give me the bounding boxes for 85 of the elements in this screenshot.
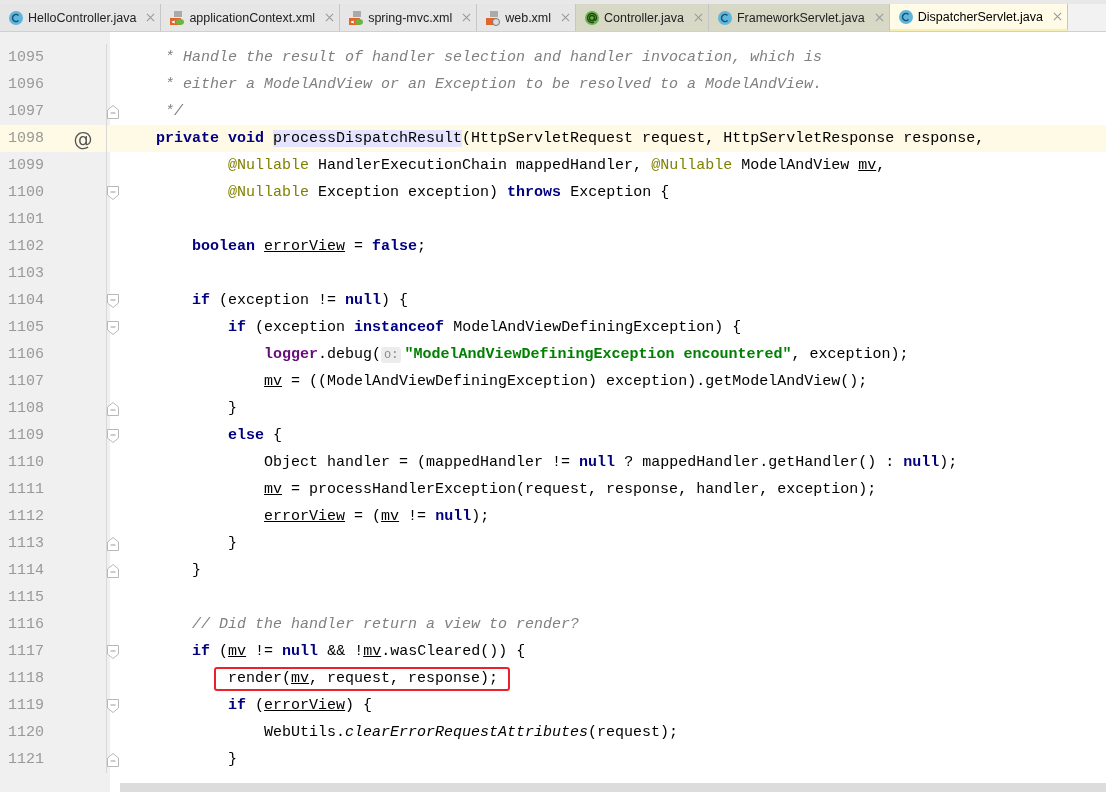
line-number: 1116 <box>7 616 45 633</box>
code-line: * either a ModelAndView or an Exception to be resolved to a ModelAndView. <box>164 76 823 93</box>
code-line: } <box>227 535 238 552</box>
fold-icon[interactable] <box>107 401 119 416</box>
annotation-file-icon <box>584 9 601 26</box>
fold-icon[interactable] <box>107 698 119 713</box>
code-line: @Nullable HandlerExecutionChain mappedHandler, @Nullable ModelAndView mv, <box>227 157 886 174</box>
line-number: 1112 <box>7 508 45 525</box>
code-line: // Did the handler return a view to render? <box>191 616 580 633</box>
code-line: } <box>227 400 238 417</box>
line-number: 1106 <box>7 346 45 363</box>
code-line: if (errorView) { <box>227 697 373 714</box>
line-number: 1105 <box>7 319 45 336</box>
class-file-icon <box>716 9 733 26</box>
line-number: 1115 <box>7 589 45 606</box>
fold-icon[interactable] <box>107 293 119 308</box>
fold-icon[interactable] <box>107 752 119 767</box>
code-line: if (exception != null) { <box>191 292 409 309</box>
line-number: 1100 <box>7 184 45 201</box>
line-number: 1108 <box>7 400 45 417</box>
fold-icon[interactable] <box>107 563 119 578</box>
line-number: 1120 <box>7 724 45 741</box>
line-number: 1118 <box>7 670 45 687</box>
code-line: else { <box>227 427 283 444</box>
code-line: @Nullable Exception exception) throws Exception { <box>227 184 670 201</box>
file-tab[interactable]: applicationContext.xml <box>161 4 341 31</box>
fold-icon[interactable] <box>107 428 119 443</box>
fold-icon[interactable] <box>107 536 119 551</box>
class-file-icon <box>8 9 24 26</box>
line-number: 1104 <box>7 292 45 309</box>
code-line: if (exception instanceof ModelAndViewDefiningException) { <box>227 319 742 336</box>
file-tab[interactable]: FrameworkServlet.java <box>708 4 890 31</box>
line-number: 1113 <box>7 535 45 552</box>
gutter-marker[interactable]: @ <box>73 127 93 150</box>
file-tab[interactable]: HelloController.java <box>0 4 162 31</box>
line-number: 1117 <box>7 643 45 660</box>
code-line: Object handler = (mappedHandler != null ? mappedHandler.getHandler() : null); <box>263 454 958 471</box>
code-line: } <box>227 751 238 768</box>
code-line: WebUtils.clearErrorRequestAttributes(request); <box>263 724 679 741</box>
line-number: 1096 <box>7 76 45 93</box>
line-number: 1103 <box>7 265 45 282</box>
close-icon[interactable] <box>462 13 472 22</box>
line-number: 1107 <box>7 373 45 390</box>
line-number: 1119 <box>7 697 45 714</box>
close-icon[interactable] <box>325 13 335 22</box>
horizontal-scrollbar[interactable] <box>120 783 1106 792</box>
code-line: * Handle the result of handler selection and handler invocation, which is <box>164 49 823 66</box>
line-number: 1099 <box>7 157 45 174</box>
line-number: 1110 <box>7 454 45 471</box>
xml-file-icon <box>348 9 365 26</box>
line-number: 1121 <box>7 751 45 768</box>
code-line: } <box>191 562 202 579</box>
close-icon[interactable] <box>693 13 703 22</box>
fold-icon[interactable] <box>107 185 119 200</box>
close-icon[interactable] <box>1052 12 1062 21</box>
file-tab[interactable]: spring-mvc.xml <box>340 4 478 31</box>
code-line: errorView = (mv != null); <box>263 508 490 525</box>
line-number: 1098 <box>7 130 45 147</box>
code-line: logger.debug( o: "ModelAndViewDefiningException encountered", exception); <box>263 346 909 363</box>
code-line: mv = processHandlerException(request, response, handler, exception); <box>263 481 877 498</box>
close-icon[interactable] <box>146 13 156 22</box>
code-line: if (mv != null && !mv.wasCleared()) { <box>191 643 526 660</box>
line-number: 1109 <box>7 427 45 444</box>
code-line: boolean errorView = false; <box>191 238 427 255</box>
file-tab[interactable]: web.xml <box>477 4 577 31</box>
line-number: 1102 <box>7 238 45 255</box>
file-tab[interactable]: Controller.java <box>576 4 709 31</box>
code-line: render(mv, request, response); <box>227 670 499 687</box>
xml-file-icon <box>169 9 186 26</box>
line-number: 1097 <box>7 103 45 120</box>
file-tab[interactable]: DispatcherServlet.java <box>889 4 1068 31</box>
fold-icon[interactable] <box>107 320 119 335</box>
web-xml-file-icon <box>485 9 502 26</box>
close-icon[interactable] <box>561 13 571 22</box>
fold-icon[interactable] <box>107 104 119 119</box>
line-number: 1111 <box>7 481 45 498</box>
code-line: */ <box>164 103 184 120</box>
line-number: 1101 <box>7 211 45 228</box>
close-icon[interactable] <box>874 13 884 22</box>
code-line: private void processDispatchResult(HttpServletRequest request, HttpServletResponse response, <box>155 130 985 147</box>
line-number: 1114 <box>7 562 45 579</box>
fold-icon[interactable] <box>107 644 119 659</box>
class-file-icon <box>897 8 914 25</box>
code-line: mv = ((ModelAndViewDefiningException) exception).getModelAndView(); <box>263 373 868 390</box>
line-number: 1095 <box>7 49 45 66</box>
